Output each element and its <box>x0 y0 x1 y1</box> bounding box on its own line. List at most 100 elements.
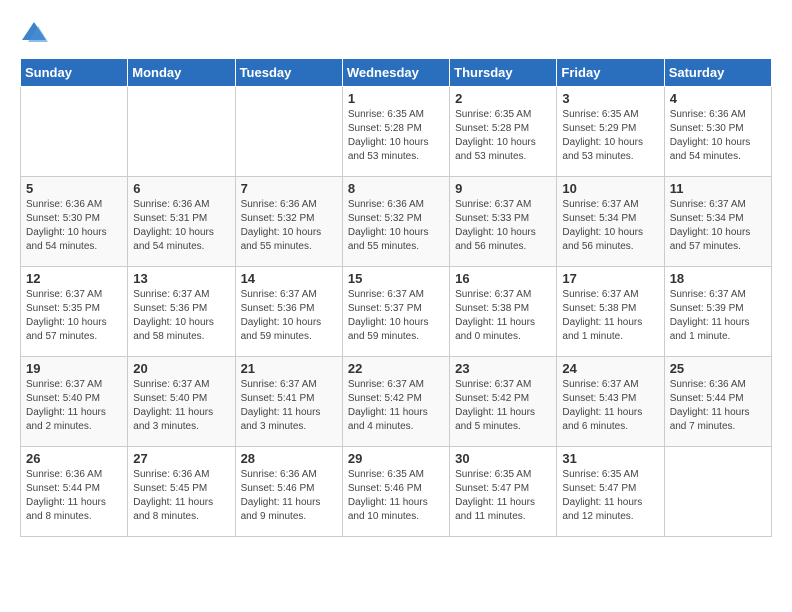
weekday-header-monday: Monday <box>128 59 235 87</box>
calendar-cell: 13 Sunrise: 6:37 AM Sunset: 5:36 PM Dayli… <box>128 267 235 357</box>
day-info: Sunrise: 6:37 AM Sunset: 5:43 PM Dayligh… <box>562 378 658 434</box>
day-info: Sunrise: 6:36 AM Sunset: 5:32 PM Dayligh… <box>348 198 444 254</box>
day-number: 15 <box>348 271 444 286</box>
day-number: 28 <box>241 451 337 466</box>
calendar-week-row: 5 Sunrise: 6:36 AM Sunset: 5:30 PM Daylig… <box>21 177 772 267</box>
calendar-cell: 1Sunrise: 6:35 AM Sunset: 5:28 PM Daylig… <box>342 87 449 177</box>
day-info: Sunrise: 6:36 AM Sunset: 5:30 PM Dayligh… <box>670 108 766 164</box>
calendar-week-row: 19Sunrise: 6:37 AM Sunset: 5:40 PM Dayli… <box>21 357 772 447</box>
weekday-header-wednesday: Wednesday <box>342 59 449 87</box>
day-info: Sunrise: 6:35 AM Sunset: 5:46 PM Dayligh… <box>348 468 444 524</box>
weekday-header-thursday: Thursday <box>450 59 557 87</box>
calendar-cell: 5 Sunrise: 6:36 AM Sunset: 5:30 PM Daylig… <box>21 177 128 267</box>
day-number: 17 <box>562 271 658 286</box>
day-number: 21 <box>241 361 337 376</box>
day-number: 2 <box>455 91 551 106</box>
day-info: Sunrise: 6:37 AM Sunset: 5:37 PM Dayligh… <box>348 288 444 344</box>
weekday-header-row: SundayMondayTuesdayWednesdayThursdayFrid… <box>21 59 772 87</box>
calendar-cell: 30 Sunrise: 6:35 AM Sunset: 5:47 PM Dayli… <box>450 447 557 537</box>
calendar-cell: 29Sunrise: 6:35 AM Sunset: 5:46 PM Dayli… <box>342 447 449 537</box>
day-info: Sunrise: 6:37 AM Sunset: 5:38 PM Dayligh… <box>455 288 551 344</box>
day-info: Sunrise: 6:37 AM Sunset: 5:40 PM Dayligh… <box>133 378 229 434</box>
day-info: Sunrise: 6:36 AM Sunset: 5:46 PM Dayligh… <box>241 468 337 524</box>
weekday-header-saturday: Saturday <box>664 59 771 87</box>
day-info: Sunrise: 6:36 AM Sunset: 5:32 PM Dayligh… <box>241 198 337 254</box>
day-info: Sunrise: 6:35 AM Sunset: 5:29 PM Dayligh… <box>562 108 658 164</box>
calendar-cell: 17 Sunrise: 6:37 AM Sunset: 5:38 PM Dayli… <box>557 267 664 357</box>
calendar-cell: 27 Sunrise: 6:36 AM Sunset: 5:45 PM Dayli… <box>128 447 235 537</box>
calendar-cell: 15 Sunrise: 6:37 AM Sunset: 5:37 PM Dayli… <box>342 267 449 357</box>
day-number: 14 <box>241 271 337 286</box>
calendar-cell: 4 Sunrise: 6:36 AM Sunset: 5:30 PM Daylig… <box>664 87 771 177</box>
day-info: Sunrise: 6:37 AM Sunset: 5:36 PM Dayligh… <box>133 288 229 344</box>
day-info: Sunrise: 6:36 AM Sunset: 5:44 PM Dayligh… <box>670 378 766 434</box>
calendar-cell: 8 Sunrise: 6:36 AM Sunset: 5:32 PM Daylig… <box>342 177 449 267</box>
calendar-cell <box>128 87 235 177</box>
day-info: Sunrise: 6:37 AM Sunset: 5:38 PM Dayligh… <box>562 288 658 344</box>
calendar-table: SundayMondayTuesdayWednesdayThursdayFrid… <box>20 58 772 537</box>
day-info: Sunrise: 6:36 AM Sunset: 5:30 PM Dayligh… <box>26 198 122 254</box>
day-info: Sunrise: 6:37 AM Sunset: 5:34 PM Dayligh… <box>670 198 766 254</box>
day-number: 31 <box>562 451 658 466</box>
day-number: 3 <box>562 91 658 106</box>
day-number: 22 <box>348 361 444 376</box>
day-info: Sunrise: 6:37 AM Sunset: 5:33 PM Dayligh… <box>455 198 551 254</box>
calendar-week-row: 12Sunrise: 6:37 AM Sunset: 5:35 PM Dayli… <box>21 267 772 357</box>
day-info: Sunrise: 6:35 AM Sunset: 5:47 PM Dayligh… <box>562 468 658 524</box>
calendar-cell: 10Sunrise: 6:37 AM Sunset: 5:34 PM Dayli… <box>557 177 664 267</box>
calendar-cell: 12Sunrise: 6:37 AM Sunset: 5:35 PM Dayli… <box>21 267 128 357</box>
day-info: Sunrise: 6:37 AM Sunset: 5:36 PM Dayligh… <box>241 288 337 344</box>
day-number: 20 <box>133 361 229 376</box>
day-number: 7 <box>241 181 337 196</box>
day-number: 27 <box>133 451 229 466</box>
day-number: 18 <box>670 271 766 286</box>
weekday-header-friday: Friday <box>557 59 664 87</box>
day-number: 6 <box>133 181 229 196</box>
day-info: Sunrise: 6:36 AM Sunset: 5:44 PM Dayligh… <box>26 468 122 524</box>
calendar-cell: 3 Sunrise: 6:35 AM Sunset: 5:29 PM Daylig… <box>557 87 664 177</box>
calendar-cell: 23Sunrise: 6:37 AM Sunset: 5:42 PM Dayli… <box>450 357 557 447</box>
calendar-cell <box>664 447 771 537</box>
calendar-cell: 31 Sunrise: 6:35 AM Sunset: 5:47 PM Dayli… <box>557 447 664 537</box>
calendar-cell: 22 Sunrise: 6:37 AM Sunset: 5:42 PM Dayli… <box>342 357 449 447</box>
calendar-cell: 19Sunrise: 6:37 AM Sunset: 5:40 PM Dayli… <box>21 357 128 447</box>
calendar-cell: 14 Sunrise: 6:37 AM Sunset: 5:36 PM Dayli… <box>235 267 342 357</box>
day-number: 11 <box>670 181 766 196</box>
day-number: 25 <box>670 361 766 376</box>
day-info: Sunrise: 6:35 AM Sunset: 5:28 PM Dayligh… <box>455 108 551 164</box>
day-number: 13 <box>133 271 229 286</box>
calendar-cell: 2 Sunrise: 6:35 AM Sunset: 5:28 PM Daylig… <box>450 87 557 177</box>
day-number: 8 <box>348 181 444 196</box>
calendar-cell: 24Sunrise: 6:37 AM Sunset: 5:43 PM Dayli… <box>557 357 664 447</box>
logo <box>20 20 52 48</box>
calendar-week-row: 1 Sunrise: 6:35 AM Sunset: 5:28 PM Daylig… <box>21 87 772 177</box>
calendar-cell <box>21 87 128 177</box>
day-number: 5 <box>26 181 122 196</box>
calendar-cell: 16 Sunrise: 6:37 AM Sunset: 5:38 PM Dayli… <box>450 267 557 357</box>
calendar-cell: 6 Sunrise: 6:36 AM Sunset: 5:31 PM Daylig… <box>128 177 235 267</box>
day-info: Sunrise: 6:37 AM Sunset: 5:41 PM Dayligh… <box>241 378 337 434</box>
calendar-cell <box>235 87 342 177</box>
day-number: 9 <box>455 181 551 196</box>
calendar-cell: 21 Sunrise: 6:37 AM Sunset: 5:41 PM Dayli… <box>235 357 342 447</box>
day-info: Sunrise: 6:37 AM Sunset: 5:42 PM Dayligh… <box>348 378 444 434</box>
day-number: 26 <box>26 451 122 466</box>
calendar-cell: 9 Sunrise: 6:37 AM Sunset: 5:33 PM Daylig… <box>450 177 557 267</box>
calendar-cell: 11 Sunrise: 6:37 AM Sunset: 5:34 PM Dayli… <box>664 177 771 267</box>
day-info: Sunrise: 6:35 AM Sunset: 5:47 PM Dayligh… <box>455 468 551 524</box>
day-info: Sunrise: 6:36 AM Sunset: 5:45 PM Dayligh… <box>133 468 229 524</box>
weekday-header-sunday: Sunday <box>21 59 128 87</box>
day-info: Sunrise: 6:37 AM Sunset: 5:34 PM Dayligh… <box>562 198 658 254</box>
weekday-header-tuesday: Tuesday <box>235 59 342 87</box>
day-number: 30 <box>455 451 551 466</box>
day-info: Sunrise: 6:36 AM Sunset: 5:31 PM Dayligh… <box>133 198 229 254</box>
calendar-cell: 20 Sunrise: 6:37 AM Sunset: 5:40 PM Dayli… <box>128 357 235 447</box>
day-number: 1 <box>348 91 444 106</box>
day-number: 4 <box>670 91 766 106</box>
calendar-week-row: 26 Sunrise: 6:36 AM Sunset: 5:44 PM Dayli… <box>21 447 772 537</box>
day-number: 12 <box>26 271 122 286</box>
day-info: Sunrise: 6:37 AM Sunset: 5:40 PM Dayligh… <box>26 378 122 434</box>
calendar-header <box>20 20 772 48</box>
day-info: Sunrise: 6:37 AM Sunset: 5:39 PM Dayligh… <box>670 288 766 344</box>
day-number: 16 <box>455 271 551 286</box>
